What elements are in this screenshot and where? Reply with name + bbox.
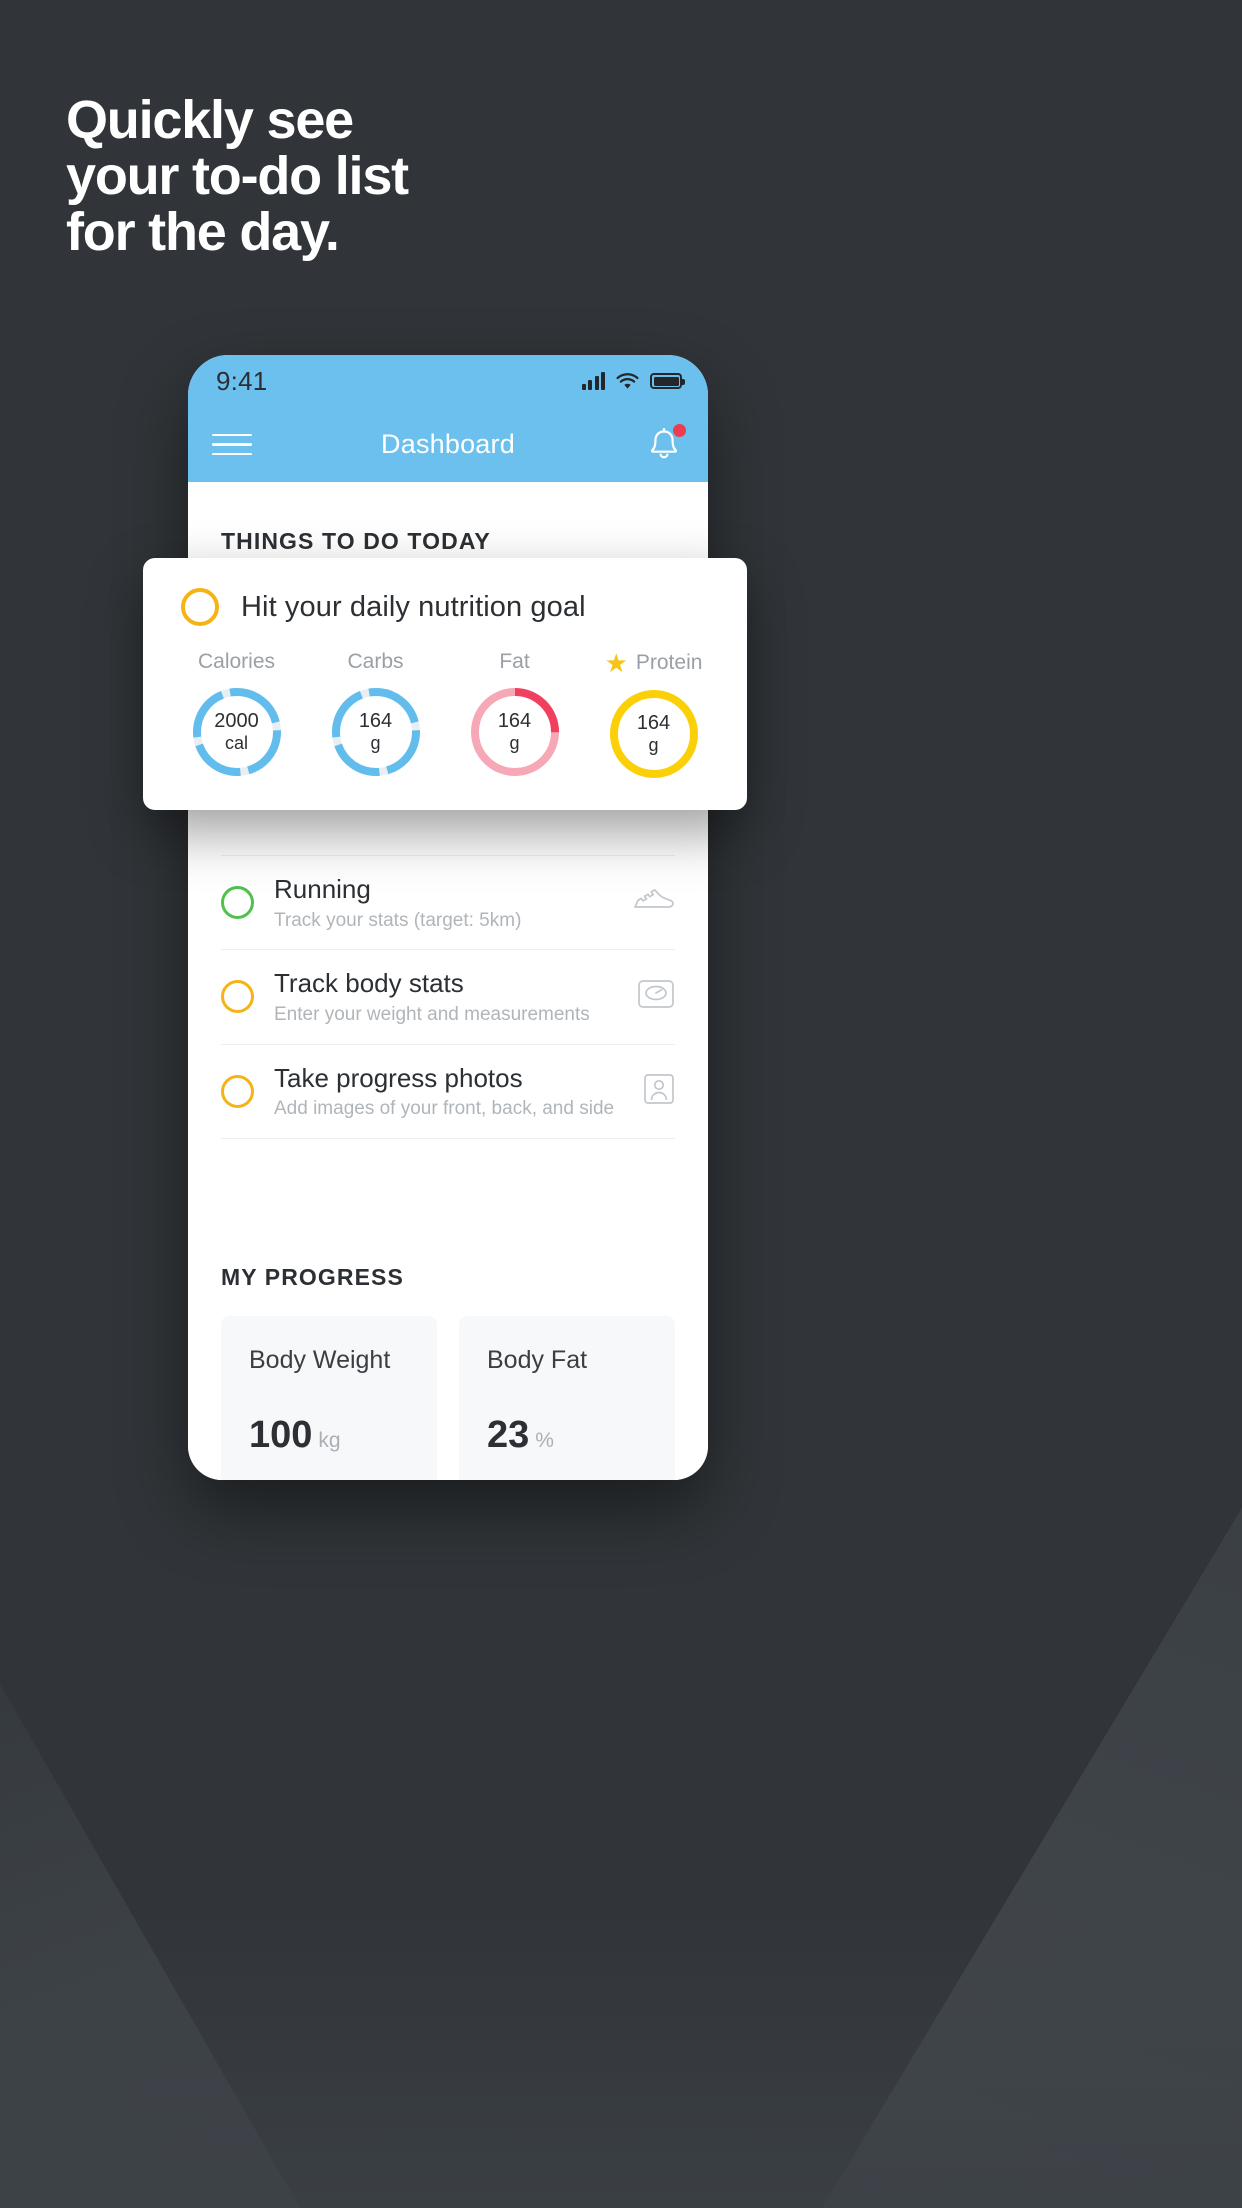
popup-header: Hit your daily nutrition goal (143, 588, 747, 626)
background-shade-left (0, 1683, 300, 2208)
progress-card-value-row: 23% (487, 1414, 554, 1457)
photo-person-icon (643, 1073, 675, 1110)
progress-card-unit: kg (318, 1428, 341, 1452)
macro-value: 164 (358, 710, 393, 733)
phone-mockup: 9:41 Dashboard THINGS TO DO TODAY Runnin… (188, 355, 708, 1480)
macro-donut-text: 2000 cal (189, 684, 285, 780)
macro-unit: g (509, 733, 520, 754)
task-texts: Take progress photos Add images of your … (274, 1062, 623, 1121)
app-bar: Dashboard (188, 407, 708, 482)
macro-donut-text: 164 g (328, 684, 424, 780)
macro-value: 164 (497, 710, 532, 733)
status-bar-time: 9:41 (216, 365, 268, 396)
page-title: Dashboard (381, 429, 515, 459)
battery-icon (650, 373, 685, 389)
task-checkbox-icon[interactable] (221, 886, 254, 920)
task-checkbox-icon[interactable] (221, 1074, 254, 1108)
progress-card-unit: % (535, 1428, 554, 1452)
task-title: Track body stats (274, 968, 464, 999)
weight-scale-icon (637, 978, 675, 1015)
progress-card-title: Body Fat (487, 1345, 588, 1374)
status-bar: 9:41 (188, 355, 708, 407)
task-subtitle: Add images of your front, back, and side (274, 1098, 615, 1119)
macro-donut-calories: 2000 cal (189, 684, 285, 780)
macro-protein[interactable]: ★ Protein 164 g (584, 650, 723, 782)
task-title: Take progress photos (274, 1062, 523, 1093)
body-fat-sparkline (459, 1461, 675, 1480)
macro-label: Carbs (347, 650, 403, 674)
macro-label-text: Fat (499, 650, 530, 673)
star-icon: ★ (604, 648, 628, 678)
task-checkbox-icon[interactable] (221, 980, 254, 1014)
macro-label: Calories (198, 650, 275, 674)
macro-label: ★ Protein (605, 650, 703, 676)
background-shade-right (822, 1507, 1242, 2208)
macro-calories[interactable]: Calories 2000 cal (167, 650, 306, 782)
notification-bell-button[interactable] (646, 423, 686, 465)
background-shade-bottom (0, 1908, 1242, 2208)
status-bar-icons (581, 372, 685, 390)
running-shoe-icon (631, 885, 675, 920)
task-list: Running Track your stats (target: 5km) T… (188, 855, 708, 1139)
task-row-running[interactable]: Running Track your stats (target: 5km) (221, 855, 675, 951)
wifi-icon (616, 372, 639, 390)
progress-card-value: 23 (487, 1413, 530, 1456)
macro-donut-protein: 164 g (606, 686, 702, 782)
macro-donut-text: 164 g (606, 686, 702, 782)
my-progress-section: MY PROGRESS Body Weight 100kg Body Fat (188, 1264, 708, 1480)
task-texts: Track body stats Enter your weight and m… (274, 967, 617, 1026)
macro-label-text: Protein (635, 651, 703, 674)
popup-checkbox-icon[interactable] (181, 588, 219, 626)
task-row-take-progress-photos[interactable]: Take progress photos Add images of your … (221, 1045, 675, 1139)
macro-donut-carbs: 164 g (328, 684, 424, 780)
macro-unit: cal (224, 733, 248, 754)
headline-line-3: for the day. (66, 202, 340, 263)
things-to-do-heading: THINGS TO DO TODAY (221, 528, 491, 554)
macro-donut-fat: 164 g (467, 684, 563, 780)
my-progress-heading: MY PROGRESS (221, 1263, 404, 1290)
headline-line-1: Quickly see (66, 90, 354, 150)
task-title: Running (274, 874, 371, 904)
macro-label-text: Calories (197, 650, 276, 673)
macro-donut-text: 164 g (467, 684, 563, 780)
body-weight-sparkline (221, 1461, 437, 1480)
macro-carbs[interactable]: Carbs 164 g (306, 650, 445, 782)
signal-bars-icon (581, 372, 605, 390)
progress-card-value-row: 100 kg (249, 1414, 341, 1457)
progress-card-body-fat[interactable]: Body Fat 23% (459, 1315, 675, 1480)
task-texts: Running Track your stats (target: 5km) (274, 873, 611, 932)
task-subtitle: Track your stats (target: 5km) (274, 909, 522, 931)
macro-label-text: Carbs (347, 650, 404, 673)
nutrition-goal-popup[interactable]: Hit your daily nutrition goal Calories 2… (143, 558, 747, 810)
progress-cards: Body Weight 100 kg Body Fat 23% (221, 1315, 675, 1480)
headline-line-2: your to-do list (66, 146, 409, 207)
macro-unit: g (370, 733, 381, 754)
macro-value: 2000 (214, 710, 259, 733)
progress-card-value: 100 (249, 1413, 313, 1456)
macro-fat[interactable]: Fat 164 g (445, 650, 584, 782)
hamburger-menu-icon[interactable] (212, 427, 252, 463)
macro-ring-group: Calories 2000 cal Carbs 164 g Fat 164 g … (143, 650, 747, 782)
macro-value: 164 (636, 712, 671, 735)
notification-badge-dot (673, 423, 686, 437)
progress-card-title: Body Weight (249, 1345, 391, 1374)
progress-card-body-weight[interactable]: Body Weight 100 kg (221, 1315, 437, 1480)
popup-title: Hit your daily nutrition goal (241, 590, 586, 623)
macro-label: Fat (499, 650, 529, 674)
macro-unit: g (648, 735, 659, 756)
marketing-headline: Quickly see your to-do list for the day. (66, 90, 766, 263)
task-row-track-body-stats[interactable]: Track body stats Enter your weight and m… (221, 950, 675, 1045)
task-subtitle: Enter your weight and measurements (274, 1003, 590, 1025)
